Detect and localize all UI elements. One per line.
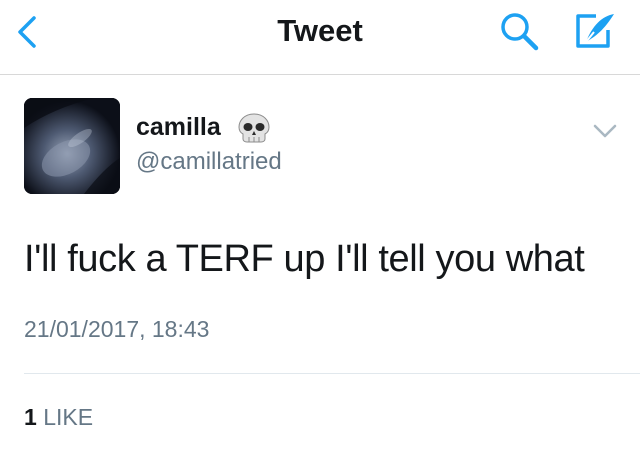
page-title: Tweet [277, 13, 363, 48]
avatar-photo [24, 98, 120, 194]
tweet-timestamp[interactable]: 21/01/2017, 18:43 [24, 316, 209, 343]
likes-count: 1 [24, 404, 37, 430]
chevron-down-icon [593, 124, 617, 138]
compose-button[interactable] [572, 10, 618, 52]
search-icon [501, 13, 539, 51]
skull-emoji-icon [236, 112, 272, 144]
tweet-options-button[interactable] [590, 118, 620, 144]
likes-label: LIKE [43, 404, 94, 430]
author-handle[interactable]: @camillatried [136, 148, 282, 176]
tweet-text: I'll fuck a TERF up I'll tell you what [24, 238, 585, 280]
avatar[interactable] [24, 98, 120, 194]
divider [24, 373, 640, 374]
search-button[interactable] [498, 10, 544, 52]
author-display-name[interactable]: camilla [136, 113, 221, 142]
compose-icon [576, 14, 614, 48]
likes-count-link[interactable]: 1 LIKE [24, 404, 93, 431]
navigation-bar: Tweet [0, 0, 640, 75]
